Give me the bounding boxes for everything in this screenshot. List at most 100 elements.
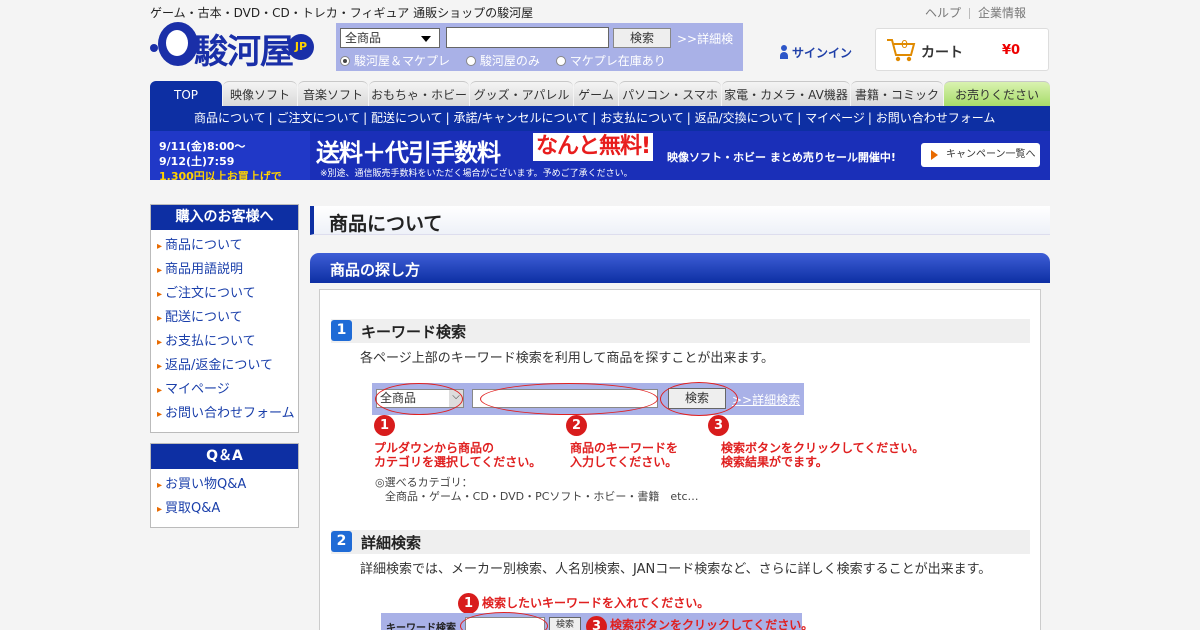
callout-number: 2 xyxy=(566,415,587,436)
tab-video[interactable]: 映像ソフト xyxy=(223,81,297,106)
subnav-item-cancel[interactable]: 承諾/キャンセルについて xyxy=(454,111,590,125)
step-number-badge: 2 xyxy=(331,531,352,552)
page-title: 商品について xyxy=(329,213,443,235)
banner-date: 9/11(金)8:00〜9/12(土)7:59 1,300円以上お買上げで xyxy=(150,131,310,180)
signin-label: サインイン xyxy=(792,46,853,60)
tab-books-comics[interactable]: 書籍・コミック xyxy=(851,81,943,106)
tab-pc-smartphone[interactable]: パソコン・スマホ xyxy=(619,81,721,106)
sidebar-item-buyback-qa[interactable]: 買取Q&A xyxy=(157,497,298,521)
tab-electronics[interactable]: 家電・カメラ・AV機器 xyxy=(722,81,850,106)
subnav-item-returns[interactable]: 返品/交換について xyxy=(695,111,795,125)
callout-number: 3 xyxy=(586,616,607,630)
sidebar-item-orders[interactable]: ご注文について xyxy=(157,282,298,306)
tab-game[interactable]: ゲーム xyxy=(574,81,618,106)
radio-icon xyxy=(555,56,566,66)
guide-subnav: 商品について | ご注文について | 配送について | 承諾/キャンセルについて | お… xyxy=(150,106,1050,131)
subnav-item-mypage[interactable]: マイページ xyxy=(805,111,865,125)
page: ゲーム・古本・DVD・CD・トレカ・フィギュア 通販ショップの駿河屋 ヘルプ 企業… xyxy=(150,0,1050,630)
cart-label: カート xyxy=(921,45,963,61)
tab-top[interactable]: TOP xyxy=(150,81,222,106)
callout-number: 1 xyxy=(374,415,395,436)
advanced-search-link[interactable]: >>詳細検 xyxy=(677,30,733,47)
sidebar-item-refunds[interactable]: 返品/返金について xyxy=(157,354,298,378)
radio-marketplace-stock[interactable]: マケプレ在庫あり xyxy=(555,52,666,69)
search-input[interactable] xyxy=(446,27,609,48)
banner-note: ※別途、通信販売手数料をいただく場合がございます。予めご了承ください。 xyxy=(320,169,633,179)
site-logo[interactable]: 駿河屋 JP xyxy=(150,20,332,72)
campaign-banner[interactable]: 9/11(金)8:00〜9/12(土)7:59 1,300円以上お買上げで 送料… xyxy=(150,131,1050,180)
cart-button[interactable]: 0 カート ¥0 xyxy=(875,28,1049,71)
sidebar-item-contact[interactable]: お問い合わせフォーム xyxy=(157,402,298,426)
radio-label: 駿河屋＆マケプレ xyxy=(354,54,451,68)
highlight-ring xyxy=(375,383,463,415)
subnav-item-shipping[interactable]: 配送について xyxy=(371,111,443,125)
search-scope-radios: 駿河屋＆マケプレ 駿河屋のみ マケプレ在庫あり xyxy=(340,52,678,69)
campaign-list-button[interactable]: キャンペーン一覧へ xyxy=(921,143,1040,167)
utility-links: ヘルプ 企業情報 xyxy=(917,4,1034,21)
sidebar-guide-title: 購入のお客様へ xyxy=(151,205,298,230)
callout-line: カテゴリを選択してください。 xyxy=(374,455,542,469)
category-select-value: 全商品 xyxy=(345,31,382,45)
sidebar-item-payment[interactable]: お支払について xyxy=(157,330,298,354)
sidebar-item-shopping-qa[interactable]: お買い物Q&A xyxy=(157,473,298,497)
logo-dot xyxy=(150,44,158,52)
category-nav: TOP 映像ソフト 音楽ソフト おもちゃ・ホビー グッズ・アパレル ゲーム パソ… xyxy=(150,81,1050,106)
callout-line: プルダウンから商品の xyxy=(374,441,495,455)
subsection-title: 詳細検索 xyxy=(361,534,422,552)
company-link[interactable]: 企業情報 xyxy=(970,6,1034,20)
sidebar-qa-title: Q＆A xyxy=(151,444,298,469)
banner-headline: 送料＋代引手数料 xyxy=(316,139,501,167)
subnav-item-contact[interactable]: お問い合わせフォーム xyxy=(876,111,996,125)
category-select[interactable]: 全商品 xyxy=(340,28,440,48)
tab-sell[interactable]: お売りください xyxy=(944,81,1050,106)
search-bar: 全商品 検索 >>詳細検 駿河屋＆マケプレ 駿河屋のみ マケプレ在庫あり xyxy=(336,23,743,71)
logo-text: 駿河屋 xyxy=(194,32,294,72)
category-list-title: ◎選べるカテゴリ： xyxy=(375,476,473,489)
radio-icon xyxy=(465,56,476,66)
page-title-bar: 商品について xyxy=(310,206,1050,235)
banner-free: なんと無料! xyxy=(533,133,654,161)
content-panel: 1 キーワード検索 各ページ上部のキーワード検索を利用して商品を探すことが出来ま… xyxy=(319,289,1041,630)
subnav-item-payment[interactable]: お支払について xyxy=(600,111,684,125)
callout-text: 商品のキーワードを 入力してください。 xyxy=(570,441,678,469)
help-link[interactable]: ヘルプ xyxy=(917,6,969,20)
sidebar-item-glossary[interactable]: 商品用語説明 xyxy=(157,258,298,282)
subnav-item-products[interactable]: 商品について xyxy=(194,111,266,125)
subnav-item-orders[interactable]: ご注文について xyxy=(277,111,361,125)
site-tagline: ゲーム・古本・DVD・CD・トレカ・フィギュア 通販ショップの駿河屋 xyxy=(150,6,534,20)
subsection-desc: 各ページ上部のキーワード検索を利用して商品を探すことが出来ます。 xyxy=(360,351,775,366)
subsection-advanced-header: 2 詳細検索 xyxy=(331,530,1030,554)
demo-advanced-link: >>詳細検索 xyxy=(732,393,801,407)
category-list: ◎選べるカテゴリ： 全商品・ゲーム・CD・DVD・PCソフト・ホビー・書籍 et… xyxy=(375,476,699,504)
callout-number: 3 xyxy=(708,415,729,436)
radio-all[interactable]: 駿河屋＆マケプレ xyxy=(340,52,450,69)
banner-sale: 映像ソフト・ホビー まとめ売りセール開催中! xyxy=(667,151,896,164)
tab-goods-apparel[interactable]: グッズ・アパレル xyxy=(470,81,573,106)
subsection-desc: 詳細検索では、メーカー別検索、人名別検索、JANコード検索など、さらに詳しく検索… xyxy=(360,562,992,577)
signin-link[interactable]: サインイン xyxy=(780,44,852,61)
search-button[interactable]: 検索 xyxy=(613,28,671,48)
banner-condition: 1,300円以上お買上げで xyxy=(159,170,282,180)
section-title: 商品の探し方 xyxy=(310,253,1050,283)
radio-surugaya-only[interactable]: 駿河屋のみ xyxy=(465,52,540,69)
tab-music[interactable]: 音楽ソフト xyxy=(298,81,368,106)
sidebar-item-shipping[interactable]: 配送について xyxy=(157,306,298,330)
callout-line: 検索結果がでます。 xyxy=(721,455,828,469)
sidebar-item-mypage[interactable]: マイページ xyxy=(157,378,298,402)
radio-checked-icon xyxy=(340,56,350,66)
callout-text: プルダウンから商品の カテゴリを選択してください。 xyxy=(374,441,541,469)
cart-total: ¥0 xyxy=(1002,43,1021,58)
callout-line: 商品のキーワードを xyxy=(570,441,679,455)
demo-search-button: 検索 xyxy=(549,617,581,630)
subsection-title: キーワード検索 xyxy=(361,323,467,341)
callout-text: 検索ボタンをクリックしてください。 検索結果がでます。 xyxy=(721,441,924,469)
logo-jp-badge: JP xyxy=(288,34,314,60)
callout-line: 入力してください。 xyxy=(570,455,678,469)
demo-label: キーワード検索 xyxy=(386,623,456,630)
callout-text: 検索ボタンをクリックしてください。 xyxy=(610,618,814,630)
tab-toys-hobby[interactable]: おもちゃ・ホビー xyxy=(369,81,469,106)
radio-label: 駿河屋のみ xyxy=(479,54,540,68)
sidebar-item-products[interactable]: 商品について xyxy=(157,234,298,258)
cart-count: 0 xyxy=(901,38,908,51)
sidebar-guide: 購入のお客様へ 商品について 商品用語説明 ご注文について 配送について お支払… xyxy=(150,204,299,433)
